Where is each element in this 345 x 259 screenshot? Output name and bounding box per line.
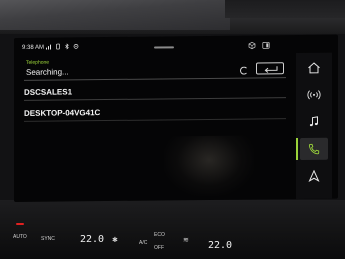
home-icon (308, 62, 320, 74)
device-list-item[interactable]: DESKTOP-04VG41C (24, 108, 100, 118)
split-screen-icon[interactable] (262, 41, 270, 49)
climate-control-bar: AUTO SYNC 22.0 ✱ A/C ECO OFF ≋ 22.0 (0, 222, 345, 259)
car-settings-icon[interactable] (248, 41, 256, 50)
off-label: OFF (154, 245, 164, 251)
back-button[interactable] (256, 62, 284, 75)
phone-status-icon (56, 43, 60, 50)
radio-icon (307, 90, 321, 100)
divider (24, 77, 286, 81)
back-arrow-icon (264, 66, 278, 73)
auto-button[interactable]: AUTO (13, 234, 27, 240)
infotainment-screen: 9:38 AM Telephone Searching... DSCSALES1… (14, 34, 338, 202)
nav-navigation-button[interactable] (300, 165, 328, 187)
fan-icon[interactable]: ✱ (112, 236, 118, 244)
settings-status-icon (73, 44, 79, 49)
left-temperature[interactable]: 22.0 (80, 234, 104, 245)
car-dashboard-photo: 9:38 AM Telephone Searching... DSCSALES1… (0, 0, 345, 259)
navigation-arrow-icon (308, 169, 320, 182)
status-icons (46, 43, 79, 50)
app-title: Telephone (26, 59, 50, 66)
drag-handle[interactable] (154, 46, 174, 49)
active-indicator (296, 138, 298, 161)
bluetooth-icon (65, 43, 69, 50)
sync-button[interactable]: SYNC (41, 236, 55, 242)
nav-home-button[interactable] (300, 57, 328, 79)
ac-button[interactable]: A/C (139, 240, 147, 246)
status-bar: 9:38 AM (22, 39, 322, 54)
screen-reflection (164, 135, 254, 197)
seat-heat-icon[interactable]: ≋ (183, 236, 189, 244)
nav-phone-button[interactable] (296, 137, 328, 161)
right-temperature[interactable]: 22.0 (208, 240, 232, 251)
music-note-icon (309, 116, 318, 127)
signal-icon (46, 44, 51, 50)
status-time: 9:38 AM (22, 44, 45, 51)
loading-spinner-icon (240, 66, 248, 75)
divider (24, 97, 286, 101)
search-status: Searching... (26, 67, 69, 77)
dashboard-trim-right (225, 0, 345, 18)
divider (24, 118, 286, 122)
eco-label: ECO (154, 232, 165, 238)
top-right-icons (248, 41, 270, 50)
dashboard-trim-left (0, 0, 230, 30)
side-navigation (296, 52, 332, 200)
nav-radio-button[interactable] (300, 84, 328, 106)
phone-icon (308, 143, 320, 155)
nav-media-button[interactable] (300, 111, 328, 133)
device-list-item[interactable]: DSCSALES1 (24, 87, 72, 97)
